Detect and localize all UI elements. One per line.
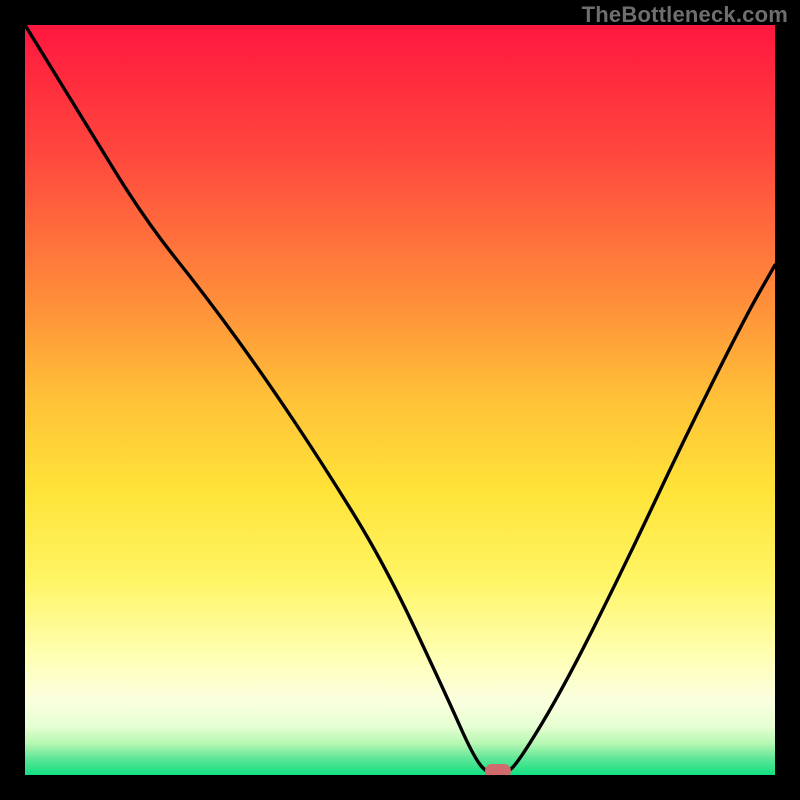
bottleneck-curve — [25, 25, 775, 775]
chart-frame: TheBottleneck.com — [0, 0, 800, 800]
plot-area — [25, 25, 775, 775]
watermark-label: TheBottleneck.com — [582, 2, 788, 28]
optimal-marker — [485, 764, 511, 775]
